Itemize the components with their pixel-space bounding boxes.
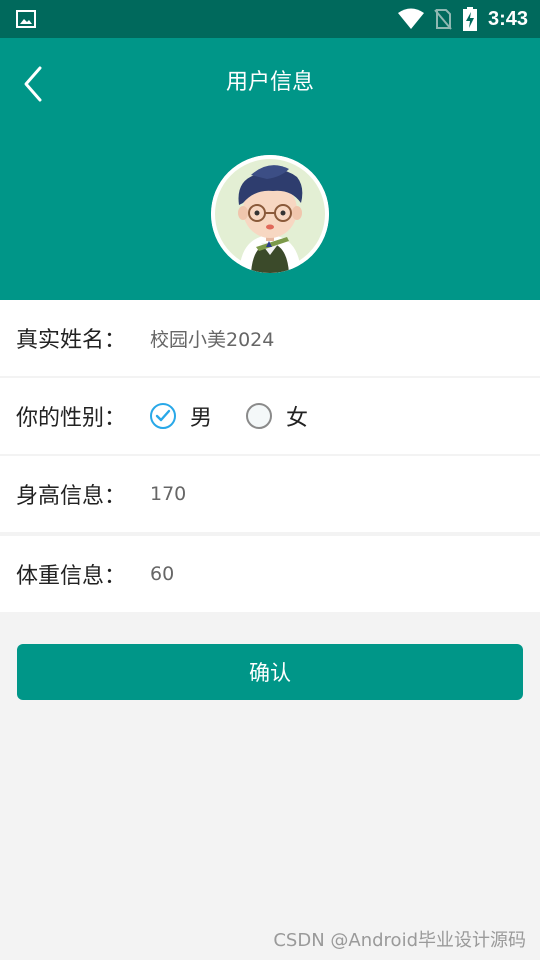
weight-input[interactable]	[150, 563, 510, 585]
weight-label: 体重信息：	[16, 564, 127, 589]
weight-row: 体重信息：	[0, 536, 540, 612]
gender-label: 你的性别：	[16, 406, 127, 431]
gender-female-label: 女	[286, 406, 309, 431]
gender-radio-group: 男 女	[150, 400, 342, 432]
height-label: 身高信息：	[16, 484, 127, 509]
status-bar: 3:43	[0, 0, 540, 38]
confirm-button[interactable]: 确认	[17, 644, 523, 700]
status-icons: 3:43	[397, 0, 528, 38]
height-row: 身高信息：	[0, 456, 540, 532]
radio-checked-icon[interactable]	[150, 403, 176, 429]
user-info-form: 真实姓名： 你的性别： 男 女 身高信息： 体重信息：	[0, 300, 540, 612]
real-name-input[interactable]	[150, 327, 510, 349]
radio-unchecked-icon[interactable]	[246, 403, 273, 429]
watermark: CSDN @Android毕业设计源码	[273, 930, 526, 951]
checkmark-icon	[155, 409, 171, 422]
gender-male-option[interactable]: 男	[150, 400, 212, 432]
real-name-row: 真实姓名：	[0, 300, 540, 376]
gender-female-option[interactable]: 女	[246, 400, 308, 432]
gender-row: 你的性别： 男 女	[0, 378, 540, 454]
image-icon	[16, 10, 36, 28]
avatar	[211, 155, 329, 273]
battery-charging-icon	[462, 7, 477, 31]
gender-male-label: 男	[190, 406, 213, 431]
header: 用户信息	[0, 38, 540, 300]
page-title: 用户信息	[225, 70, 314, 95]
real-name-label: 真实姓名：	[16, 328, 127, 353]
wifi-icon	[397, 8, 424, 29]
height-input[interactable]	[150, 483, 510, 505]
cartoon-boy-avatar-icon	[211, 155, 329, 273]
no-sim-icon	[434, 9, 452, 30]
status-time: 3:43	[487, 7, 528, 30]
